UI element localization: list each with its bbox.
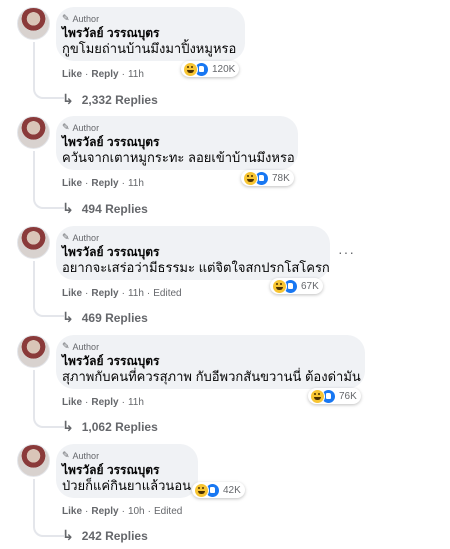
reaction-count: 76K	[339, 390, 357, 402]
reaction-summary[interactable]: 42K	[192, 482, 245, 498]
comment-bubble: ✎ Author ไพรวัลย์ วรรณบุตร สุภาพกับคนที่…	[56, 335, 365, 389]
edited-label: Edited	[153, 506, 183, 517]
commenter-name[interactable]: ไพรวัลย์ วรรณบุตร	[62, 245, 318, 260]
reply-arrow-icon: ↳	[62, 418, 74, 434]
view-replies-link[interactable]: ↳ 242 Replies	[62, 527, 148, 544]
comment-text: สุภาพกับคนที่ควรสุภาพ กับอีพวกสันขวานนี่…	[62, 369, 361, 384]
edited-label: Edited	[153, 288, 182, 299]
reaction-summary[interactable]: 67K	[270, 278, 323, 294]
more-options-button[interactable]: ···	[338, 244, 355, 260]
reaction-summary[interactable]: 78K	[241, 170, 294, 186]
author-badge-label: Author	[72, 341, 100, 352]
reply-arrow-icon: ↳	[62, 527, 74, 543]
like-button[interactable]: Like	[62, 288, 82, 299]
reply-arrow-icon: ↳	[62, 91, 74, 107]
pencil-icon: ✎	[62, 232, 70, 242]
comment-text: อยากจะเสร่อว่ามีธรรมะ แต่จิตใจสกปรกโสโคร…	[62, 260, 330, 275]
author-badge: ✎ Author	[62, 13, 233, 24]
comment-actions: Like · Reply · 11h	[62, 397, 144, 408]
comment-bubble: ✎ Author ไพรวัลย์ วรรณบุตร อยากจะเสร่อว่…	[56, 226, 330, 280]
reaction-count: 120K	[212, 63, 236, 75]
haha-reaction-icon	[310, 388, 325, 404]
comment-bubble: ✎ Author ไพรวัลย์ วรรณบุตร ควันจากเตาหมู…	[56, 116, 298, 170]
replies-count: 494 Replies	[81, 201, 148, 216]
comment-actions: Like · Reply · 11h · Edited	[62, 288, 182, 299]
avatar[interactable]	[17, 444, 50, 477]
view-replies-link[interactable]: ↳ 2,332 Replies	[62, 91, 158, 108]
author-badge: ✎ Author	[62, 341, 353, 352]
reply-button[interactable]: Reply	[91, 506, 118, 517]
reaction-count: 78K	[272, 172, 290, 184]
author-badge: ✎ Author	[62, 232, 318, 243]
pencil-icon: ✎	[62, 450, 70, 460]
timestamp[interactable]: 11h	[128, 178, 144, 189]
avatar[interactable]	[17, 335, 50, 368]
reply-button[interactable]: Reply	[91, 178, 118, 189]
pencil-icon: ✎	[62, 13, 70, 23]
commenter-name[interactable]: ไพรวัลย์ วรรณบุตร	[62, 135, 286, 150]
view-replies-link[interactable]: ↳ 494 Replies	[62, 200, 148, 217]
comment-text: กูขโมยถ่านบ้านมึงมาปิ้งหมูหรอ	[62, 41, 237, 56]
replies-count: 242 Replies	[81, 528, 148, 543]
avatar[interactable]	[17, 226, 50, 259]
reply-arrow-icon: ↳	[62, 200, 74, 216]
author-badge: ✎ Author	[62, 450, 186, 461]
timestamp[interactable]: 11h	[128, 288, 144, 299]
avatar[interactable]	[17, 116, 50, 149]
timestamp[interactable]: 10h	[128, 506, 145, 517]
like-button[interactable]: Like	[62, 506, 82, 517]
comment-actions: Like · Reply · 10h · Edited	[62, 506, 183, 517]
haha-reaction-icon	[272, 278, 287, 294]
timestamp[interactable]: 11h	[128, 69, 144, 80]
timestamp[interactable]: 11h	[128, 397, 144, 408]
reaction-count: 67K	[301, 280, 319, 292]
comment-actions: Like · Reply · 11h	[62, 178, 144, 189]
comment-text: ป่วยก็แค่กินยาแล้วนอน	[62, 478, 192, 493]
haha-reaction-icon	[194, 482, 209, 498]
reply-button[interactable]: Reply	[91, 397, 118, 408]
reply-button[interactable]: Reply	[91, 288, 118, 299]
author-badge-label: Author	[72, 122, 100, 133]
replies-count: 1,062 Replies	[81, 419, 158, 434]
pencil-icon: ✎	[62, 122, 70, 132]
author-badge-label: Author	[72, 13, 100, 24]
view-replies-link[interactable]: ↳ 1,062 Replies	[62, 418, 158, 435]
replies-count: 2,332 Replies	[81, 92, 158, 107]
commenter-name[interactable]: ไพรวัลย์ วรรณบุตร	[62, 26, 233, 41]
pencil-icon: ✎	[62, 341, 70, 351]
reaction-count: 42K	[223, 484, 241, 496]
replies-count: 469 Replies	[81, 310, 148, 325]
reaction-summary[interactable]: 76K	[308, 388, 361, 404]
comment-actions: Like · Reply · 11h	[62, 69, 144, 80]
haha-reaction-icon	[243, 170, 258, 186]
avatar[interactable]	[17, 7, 50, 40]
reply-button[interactable]: Reply	[91, 69, 118, 80]
author-badge: ✎ Author	[62, 122, 286, 133]
author-badge-label: Author	[72, 232, 100, 243]
author-badge-label: Author	[72, 450, 100, 461]
haha-reaction-icon	[183, 61, 198, 77]
commenter-name[interactable]: ไพรวัลย์ วรรณบุตร	[62, 354, 353, 369]
comment-text: ควันจากเตาหมูกระทะ ลอยเข้าบ้านมึงหรอ	[62, 150, 295, 165]
comment-bubble: ✎ Author ไพรวัลย์ วรรณบุตร ป่วยก็แค่กินย…	[56, 444, 198, 498]
view-replies-link[interactable]: ↳ 469 Replies	[62, 309, 148, 326]
comment-bubble: ✎ Author ไพรวัลย์ วรรณบุตร กูขโมยถ่านบ้า…	[56, 7, 245, 61]
commenter-name[interactable]: ไพรวัลย์ วรรณบุตร	[62, 463, 186, 478]
reply-arrow-icon: ↳	[62, 309, 74, 325]
reaction-summary[interactable]: 120K	[181, 61, 240, 77]
like-button[interactable]: Like	[62, 397, 82, 408]
comment-thread: ✎ Author ไพรวัลย์ วรรณบุตร กูขโมยถ่านบ้า…	[0, 0, 450, 549]
like-button[interactable]: Like	[62, 69, 82, 80]
like-button[interactable]: Like	[62, 178, 82, 189]
